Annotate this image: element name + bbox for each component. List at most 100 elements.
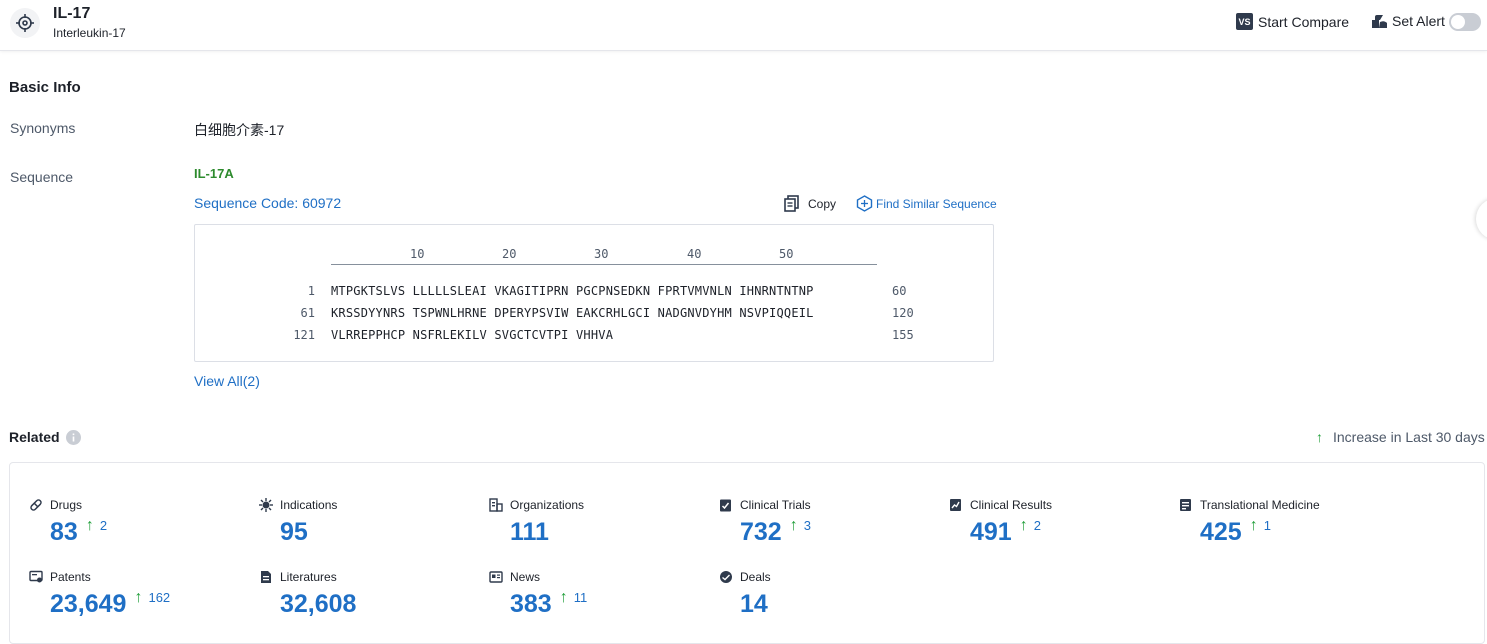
sequence-label: Sequence — [10, 169, 73, 185]
certificate-icon — [29, 570, 43, 584]
stat-count[interactable]: 425 — [1200, 517, 1242, 547]
stat-clinical-results[interactable]: Clinical Results 491↑2 — [949, 497, 1169, 557]
stat-header: Translational Medicine — [1179, 497, 1399, 513]
stat-increase[interactable]: 162 — [148, 589, 170, 607]
stat-body: 425 ↑ 1 — [1200, 517, 1399, 547]
stat-count[interactable]: 383 — [510, 589, 552, 619]
increase-arrow-icon: ↑ — [1316, 429, 1323, 445]
increase-legend: ↑ Increase in Last 30 days — [1316, 429, 1485, 445]
newspaper-icon — [489, 570, 503, 584]
stat-clinical-trials[interactable]: Clinical Trials 732 ↑ 3 — [719, 497, 939, 557]
set-alert-label: Set Alert — [1392, 13, 1445, 29]
sequence-code-link[interactable]: Sequence Code: 60972 — [194, 195, 341, 211]
related-heading-row: Related — [9, 429, 81, 445]
chart-doc-icon — [949, 498, 963, 512]
stat-increase[interactable]: 2 — [100, 517, 107, 535]
stat-header: Indications — [259, 497, 479, 513]
sequence-row-start: 61 — [255, 306, 315, 320]
stat-label: Deals — [740, 570, 771, 584]
stat-header: Deals — [719, 569, 939, 585]
ruler-tick-label: 40 — [687, 247, 701, 261]
find-similar-sequence-button[interactable]: Find Similar Sequence — [856, 195, 997, 212]
sequence-row: KRSSDYYNRS TSPWNLHRNE DPERYPSVIW EAKCRHL… — [331, 306, 814, 320]
stat-body: 732 ↑ 3 — [740, 517, 939, 547]
stat-increase[interactable]: 11 — [574, 589, 588, 607]
virus-icon — [259, 498, 273, 512]
stat-label: Translational Medicine — [1200, 498, 1320, 512]
stat-label: Clinical Results — [970, 498, 1052, 512]
stat-count[interactable]: 23,649 — [50, 589, 126, 619]
stat-news[interactable]: News 383 ↑ 11 — [489, 569, 709, 629]
stat-body: 111 — [510, 517, 709, 547]
stat-increase[interactable]: 2 — [1034, 517, 1041, 535]
stat-count[interactable]: 95 — [280, 517, 308, 547]
copy-label: Copy — [808, 197, 836, 211]
handshake-icon — [719, 570, 733, 584]
stat-label: Organizations — [510, 498, 584, 512]
stat-increase[interactable]: 1 — [1264, 517, 1271, 535]
flask-doc-icon — [1179, 498, 1193, 512]
stat-label: Patents — [50, 570, 91, 584]
sequence-row-end: 60 — [892, 284, 906, 298]
stat-deals[interactable]: Deals 14 — [719, 569, 939, 629]
stat-organizations[interactable]: Organizations 111 — [489, 497, 709, 557]
sequence-name: IL-17A — [194, 166, 234, 181]
target-crosshair-icon — [10, 8, 40, 38]
increase-arrow-icon: ↑ — [1250, 517, 1258, 535]
stat-body: 32,608 — [280, 589, 479, 619]
stat-body: 83 ↑ 2 — [50, 517, 249, 547]
sequence-row-end: 155 — [892, 328, 914, 342]
increase-arrow-icon: ↑ — [560, 589, 568, 607]
increase-arrow-icon: ↑ — [790, 517, 798, 535]
stat-body: 14 — [740, 589, 939, 619]
stat-drugs[interactable]: Drugs 83 ↑ 2 — [29, 497, 249, 557]
side-panel-handle[interactable] — [1476, 198, 1487, 240]
stat-body: 383 ↑ 11 — [510, 589, 709, 619]
stat-header: Patents — [29, 569, 249, 585]
find-similar-icon — [856, 195, 873, 212]
increase-arrow-icon: ↑ — [86, 517, 94, 535]
stat-body: 23,649↑162 — [50, 589, 249, 619]
stat-count[interactable]: 491 — [970, 517, 1012, 547]
stat-count[interactable]: 111 — [510, 517, 549, 547]
copy-icon — [784, 195, 800, 212]
copy-button[interactable]: Copy — [784, 195, 836, 212]
sequence-row-start: 1 — [255, 284, 315, 298]
stat-count[interactable]: 83 — [50, 517, 78, 547]
stat-body: 95 — [280, 517, 479, 547]
stat-count[interactable]: 732 — [740, 517, 782, 547]
synonyms-label: Synonyms — [10, 120, 75, 136]
stat-increase[interactable]: 3 — [804, 517, 811, 535]
stat-label: News — [510, 570, 540, 584]
stat-header: Clinical Results — [949, 497, 1169, 513]
synonyms-value: 白细胞介素-17 — [194, 120, 284, 140]
start-compare-label: Start Compare — [1258, 14, 1349, 30]
ruler-tick-label: 30 — [594, 247, 608, 261]
stat-count[interactable]: 32,608 — [280, 589, 356, 619]
stat-header: News — [489, 569, 709, 585]
ruler-tick-label: 10 — [410, 247, 424, 261]
stat-body: 491↑2 — [970, 517, 1169, 547]
set-alert-button[interactable]: Set Alert — [1371, 13, 1445, 29]
stat-translational-medicine[interactable]: Translational Medicine 425 ↑ 1 — [1179, 497, 1399, 557]
stat-literatures[interactable]: Literatures 32,608 — [259, 569, 479, 629]
stat-label: Indications — [280, 498, 337, 512]
page-title: IL-17 — [53, 5, 90, 23]
view-all-sequences-link[interactable]: View All(2) — [194, 373, 260, 389]
find-similar-label: Find Similar Sequence — [876, 197, 997, 211]
alert-toggle[interactable] — [1449, 13, 1481, 31]
sequence-row-end: 120 — [892, 306, 914, 320]
stat-header: Literatures — [259, 569, 479, 585]
stat-header: Organizations — [489, 497, 709, 513]
stat-header: Clinical Trials — [719, 497, 939, 513]
stat-header: Drugs — [29, 497, 249, 513]
stat-label: Literatures — [280, 570, 337, 584]
compare-icon: VS — [1236, 13, 1253, 30]
ruler-tick-label: 50 — [779, 247, 793, 261]
stat-patents[interactable]: Patents 23,649↑162 — [29, 569, 249, 629]
start-compare-button[interactable]: VS Start Compare — [1236, 13, 1349, 30]
pill-icon — [29, 498, 43, 512]
stat-indications[interactable]: Indications 95 — [259, 497, 479, 557]
stat-count[interactable]: 14 — [740, 589, 768, 619]
info-icon[interactable] — [66, 430, 81, 445]
